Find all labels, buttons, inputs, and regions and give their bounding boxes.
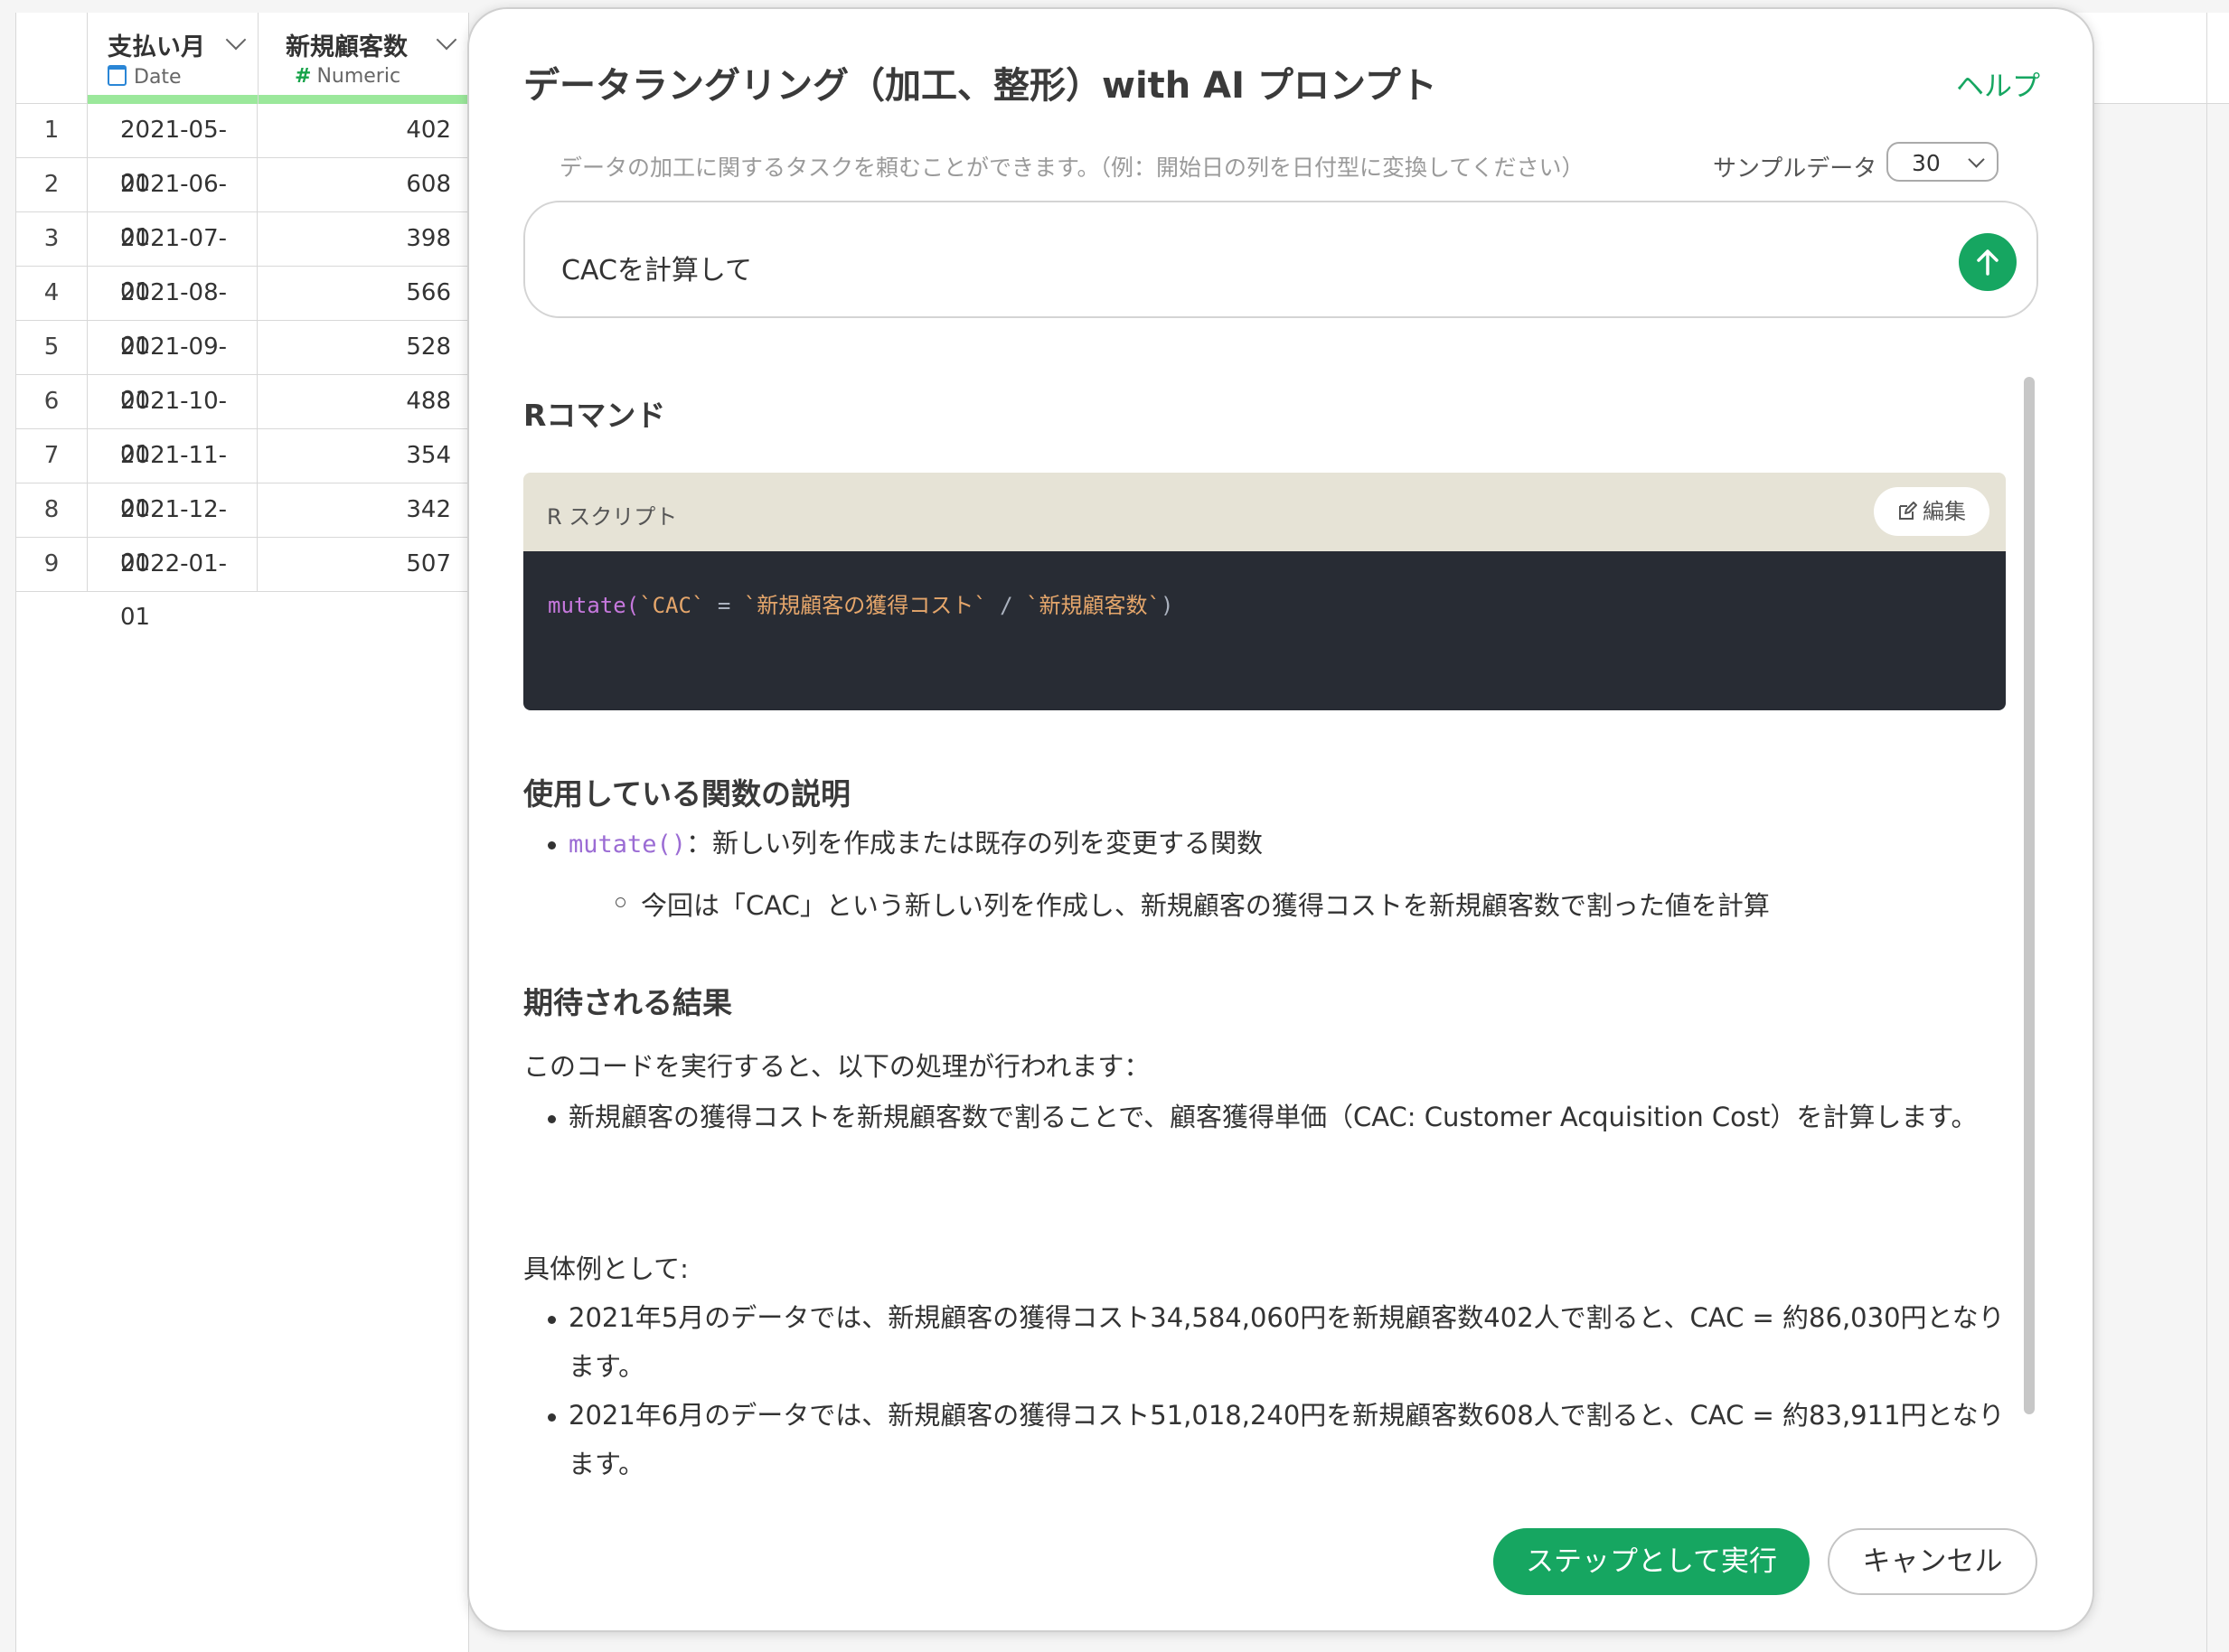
cell-date[interactable]: 2021-08-01 <box>88 267 258 360</box>
cell-date[interactable]: 2021-12-01 <box>88 483 258 577</box>
r-command-heading: Rコマンド <box>523 398 666 433</box>
code-operator: / <box>986 593 1027 618</box>
code-operator: = <box>704 593 744 618</box>
example-list-item: 2021年6月のデータでは、新規顧客の獲得コスト51,018,240円を新規顧客… <box>548 1391 2006 1488</box>
function-sub-item: 今回は「CAC」という新しい列を作成し、新規顧客の獲得コストを新規顧客数で割った… <box>616 885 1770 923</box>
background-divider <box>2206 13 2207 1652</box>
cell-date[interactable]: 2021-06-01 <box>88 158 258 251</box>
cell-new-customers[interactable]: 398 <box>259 212 451 266</box>
sample-data-select[interactable]: 30 <box>1886 142 1999 182</box>
cell-new-customers[interactable]: 342 <box>259 483 451 537</box>
cell-date[interactable]: 2021-09-01 <box>88 321 258 414</box>
dialog-title: データラングリング（加工、整形）with AI プロンプト <box>523 65 1437 107</box>
code-editor: mutate(`CAC` = `新規顧客の獲得コスト` / `新規顧客数`) <box>523 551 2006 710</box>
cell-new-customers[interactable]: 354 <box>259 429 451 483</box>
edit-icon <box>1899 502 1917 520</box>
sample-data-value: 30 <box>1912 150 1941 176</box>
column-header-payment-month[interactable]: 支払い月 Date <box>88 13 259 104</box>
chevron-down-icon[interactable] <box>436 29 457 51</box>
row-number: 6 <box>16 375 88 428</box>
prompt-text[interactable]: CACを計算して <box>561 248 752 287</box>
column-type: # Numeric <box>295 65 400 88</box>
expected-intro: このコードを実行すると、以下の処理が行われます： <box>523 1051 1151 1082</box>
cell-date[interactable]: 2022-01-01 <box>88 538 258 631</box>
code-source-column: `新規顧客の獲得コスト` <box>743 593 987 618</box>
edit-label: 編集 <box>1923 499 1966 524</box>
column-type: Date <box>108 65 182 89</box>
table-row[interactable]: 9 2022-01-01 507 <box>16 538 468 631</box>
column-type-label: Numeric <box>316 65 401 88</box>
scrollbar-thumb[interactable] <box>2024 377 2035 1414</box>
expected-list-item: 新規顧客の獲得コストを新規顧客数で割ることで、顧客獲得単価（CAC: Custo… <box>548 1093 2006 1141</box>
prompt-input[interactable]: CACを計算して <box>523 201 2038 318</box>
cell-date[interactable]: 2021-11-01 <box>88 429 258 522</box>
ai-prompt-dialog: データラングリング（加工、整形）with AI プロンプト ヘルプ データの加工… <box>467 7 2094 1632</box>
function-name: mutate() <box>569 831 687 859</box>
table-row[interactable]: 4 2021-08-01 566 <box>16 267 468 360</box>
run-as-step-button[interactable]: ステップとして実行 <box>1493 1528 1810 1595</box>
prompt-hint: データの加工に関するタスクを頼むことができます。（例：開始日の列を日付型に変換し… <box>560 155 1585 181</box>
table-row[interactable]: 1 2021-05-01 402 <box>16 104 468 197</box>
column-name: 新規顧客数 <box>286 33 408 61</box>
chevron-down-icon <box>1968 151 1985 168</box>
table-row[interactable]: 5 2021-09-01 528 <box>16 321 468 414</box>
column-name: 支払い月 <box>108 33 205 61</box>
cell-new-customers[interactable]: 488 <box>259 375 451 428</box>
functions-heading: 使用している関数の説明 <box>523 776 851 812</box>
row-number: 8 <box>16 483 88 537</box>
table-row[interactable]: 8 2021-12-01 342 <box>16 483 468 577</box>
row-number: 5 <box>16 321 88 374</box>
r-script-label: R スクリプト <box>547 504 678 530</box>
sample-data-label: サンプルデータ <box>1713 155 1877 183</box>
row-number: 3 <box>16 212 88 266</box>
cell-date[interactable]: 2021-05-01 <box>88 104 258 197</box>
row-number: 9 <box>16 538 88 591</box>
column-quality-bar <box>88 95 258 104</box>
r-script-header: R スクリプト 編集 <box>523 473 2006 551</box>
arrow-up-icon <box>1977 249 1999 276</box>
column-type-label: Date <box>134 66 182 89</box>
scrollbar[interactable] <box>2020 366 2038 1496</box>
chevron-down-icon[interactable] <box>225 29 247 51</box>
cell-new-customers[interactable]: 566 <box>259 267 451 320</box>
code-paren: ) <box>1160 593 1174 618</box>
row-number: 1 <box>16 104 88 157</box>
table-row[interactable]: 6 2021-10-01 488 <box>16 375 468 468</box>
row-number: 7 <box>16 429 88 483</box>
table-row[interactable]: 7 2021-11-01 354 <box>16 429 468 522</box>
function-description: ：新しい列を作成または既存の列を変更する関数 <box>686 828 1264 859</box>
column-header-new-customers[interactable]: 新規顧客数 # Numeric <box>259 13 468 104</box>
send-button[interactable] <box>1959 233 2017 291</box>
help-link[interactable]: ヘルプ <box>1956 63 2040 104</box>
row-number: 2 <box>16 158 88 211</box>
code-denominator-column: `新規顧客数` <box>1026 593 1161 618</box>
cell-date[interactable]: 2021-10-01 <box>88 375 258 468</box>
data-grid: 支払い月 Date 新規顧客数 # Numeric 1 2021-05-01 402 2… <box>15 13 469 1652</box>
code-function: mutate( <box>548 593 640 618</box>
calendar-icon <box>108 65 127 86</box>
expected-result-heading: 期待される結果 <box>523 985 732 1020</box>
code-line: mutate(`CAC` = `新規顧客の獲得コスト` / `新規顧客数`) <box>548 587 1173 619</box>
cancel-button[interactable]: キャンセル <box>1828 1528 2037 1595</box>
table-row[interactable]: 3 2021-07-01 398 <box>16 212 468 305</box>
edit-button[interactable]: 編集 <box>1874 487 1989 536</box>
table-row[interactable]: 2 2021-06-01 608 <box>16 158 468 251</box>
cell-new-customers[interactable]: 608 <box>259 158 451 211</box>
example-intro: 具体例として: <box>523 1253 689 1284</box>
row-number: 4 <box>16 267 88 320</box>
response-content: Rコマンド R スクリプト 編集 mutate(`CAC` = `新規顧客の獲得… <box>523 366 2006 1496</box>
column-quality-bar <box>259 95 468 104</box>
hash-icon: # <box>295 65 312 88</box>
cell-new-customers[interactable]: 507 <box>259 538 451 591</box>
code-target-column: `CAC` <box>639 593 705 618</box>
row-number-header <box>16 13 88 104</box>
r-script-block: R スクリプト 編集 mutate(`CAC` = `新規顧客の獲得コスト` /… <box>523 473 2006 710</box>
example-list-item: 2021年5月のデータでは、新規顧客の獲得コスト34,584,060円を新規顧客… <box>548 1293 2006 1391</box>
cell-new-customers[interactable]: 528 <box>259 321 451 374</box>
cell-new-customers[interactable]: 402 <box>259 104 451 157</box>
cell-date[interactable]: 2021-07-01 <box>88 212 258 305</box>
function-list-item: mutate()：新しい列を作成または既存の列を変更する関数 <box>547 819 1264 869</box>
